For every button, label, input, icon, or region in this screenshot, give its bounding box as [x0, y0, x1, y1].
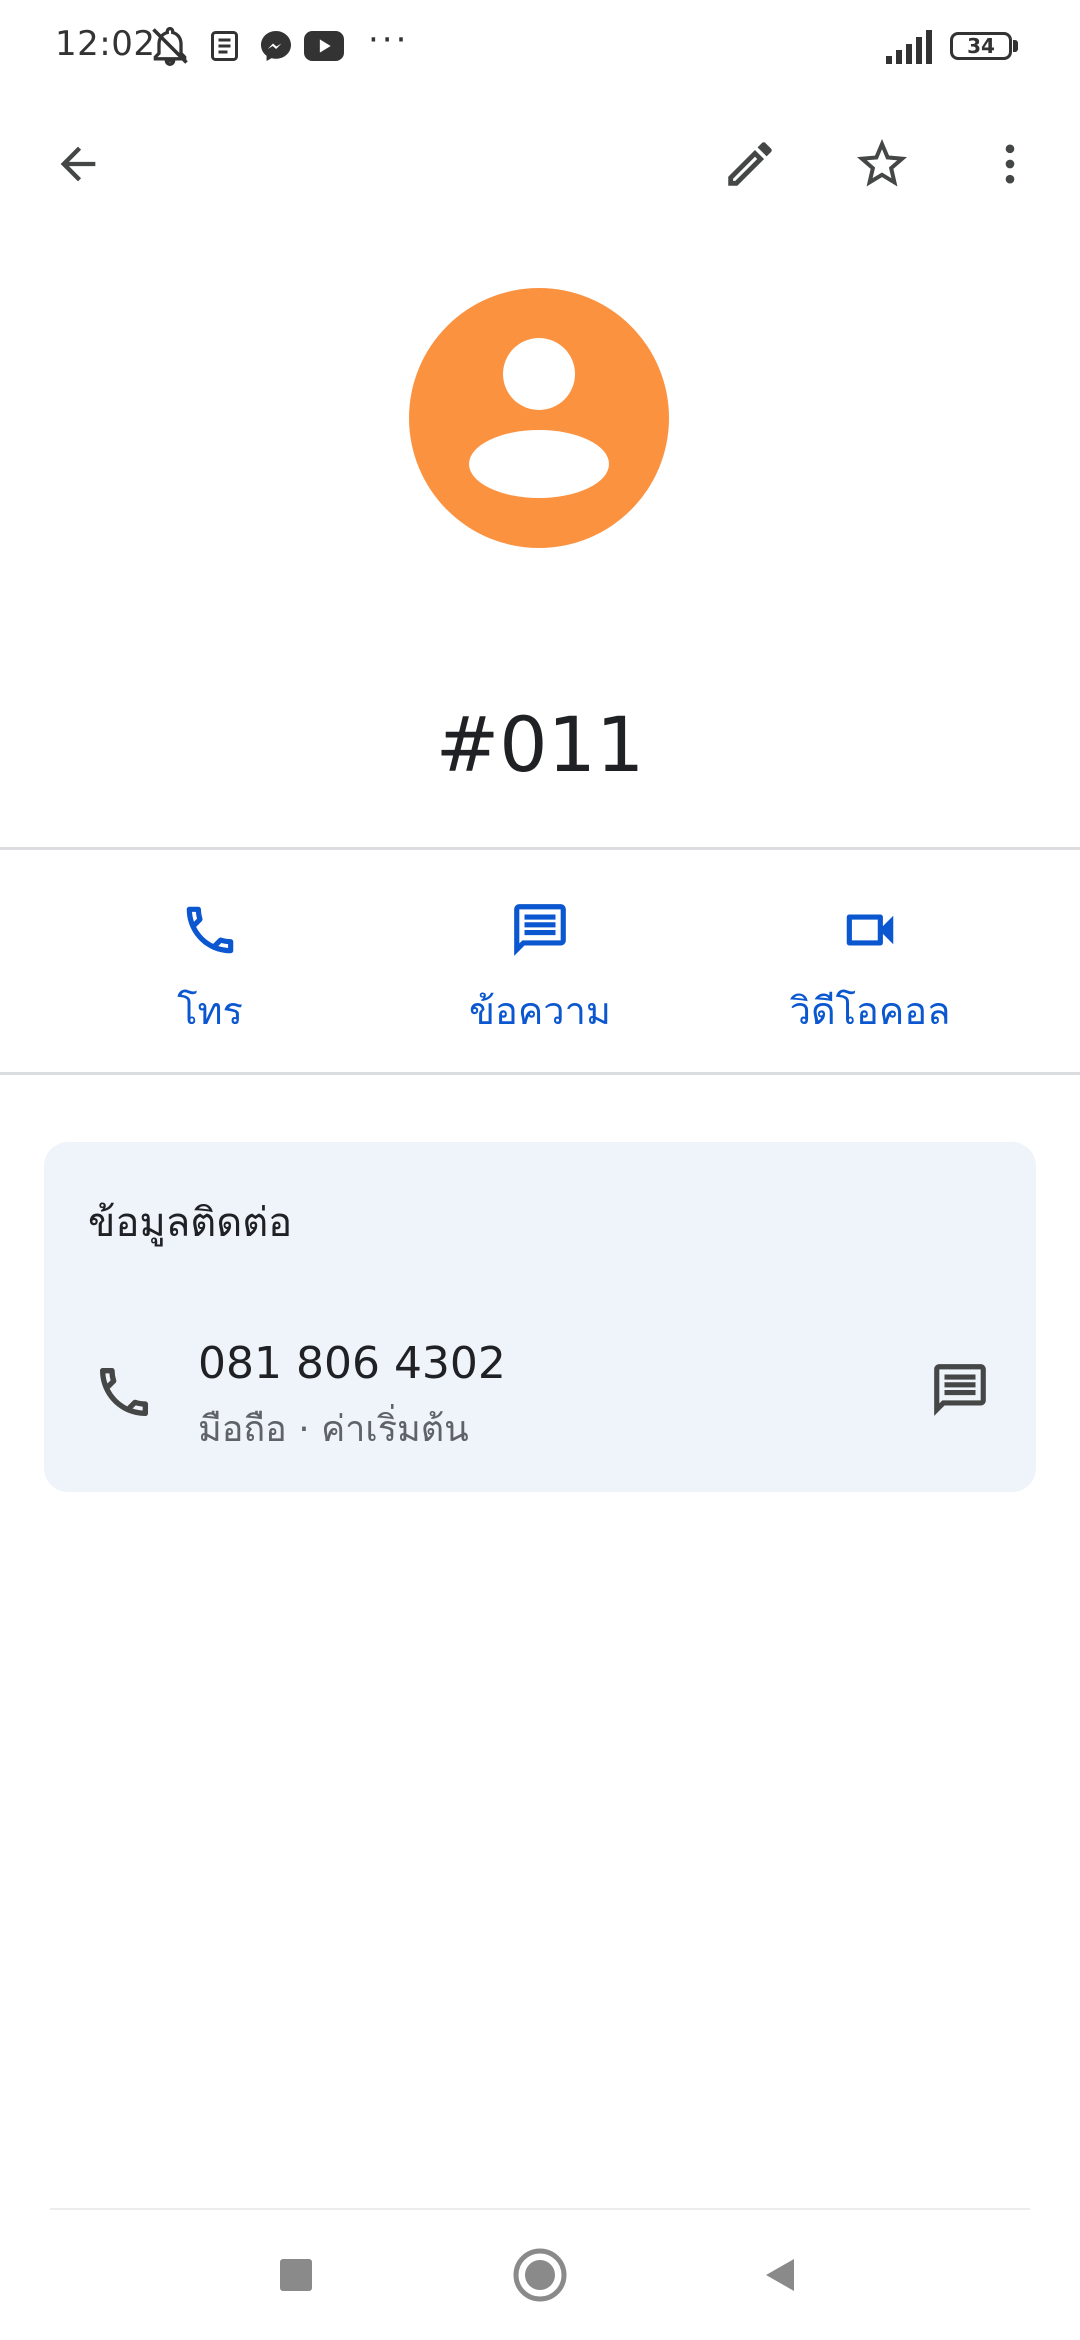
recents-button[interactable] [246, 2230, 346, 2320]
battery-tip [1013, 40, 1018, 52]
back-button[interactable] [30, 116, 126, 212]
phone-icon [84, 1352, 164, 1432]
phone-number[interactable]: 081 806 4302 [198, 1338, 506, 1389]
favorite-button[interactable] [834, 116, 930, 212]
back-arrow-icon [60, 146, 96, 182]
divider-bottom [0, 1072, 1080, 1075]
more-options-button[interactable] [962, 116, 1058, 212]
status-time: 12:02 [55, 24, 156, 64]
message-icon [514, 904, 566, 956]
message-action-button[interactable]: ข้อความ [390, 870, 690, 1050]
edit-button[interactable] [702, 116, 798, 212]
news-icon [204, 22, 248, 70]
signal-icon [886, 30, 936, 68]
back-nav-button[interactable] [730, 2230, 830, 2320]
home-button[interactable] [490, 2230, 590, 2320]
phone-icon [186, 906, 234, 954]
video-call-action-label: วิดีโอคอล [789, 989, 951, 1033]
more-vert-icon [1005, 144, 1015, 184]
battery-icon: 34 [950, 32, 1012, 60]
avatar [409, 288, 669, 548]
contact-name: #011 [435, 700, 645, 789]
video-call-action-button[interactable]: วิดีโอคอล [720, 870, 1020, 1050]
divider-top [0, 847, 1080, 850]
mute-vibrate-icon [148, 22, 192, 70]
contact-info-title: ข้อมูลติดต่อ [88, 1200, 293, 1246]
youtube-icon [302, 22, 346, 70]
home-circle-icon [513, 2248, 567, 2302]
contact-info-card: ข้อมูลติดต่อ 081 806 4302 มือถือ · ค่าเร… [44, 1142, 1036, 1492]
phone-type-label: มือถือ · ค่าเริ่มต้น [198, 1409, 469, 1450]
recents-square-icon [280, 2259, 312, 2291]
send-message-button[interactable] [912, 1342, 1008, 1438]
status-more: ··· [368, 20, 410, 60]
message-action-label: ข้อความ [469, 989, 611, 1033]
videocam-icon [846, 914, 894, 946]
call-action-label: โทร [177, 989, 243, 1033]
nav-separator [50, 2208, 1030, 2210]
edit-pencil-icon [728, 142, 772, 186]
messenger-icon [254, 22, 298, 70]
call-action-button[interactable]: โทร [60, 870, 360, 1050]
person-icon [469, 338, 609, 498]
message-icon [934, 1364, 986, 1416]
back-triangle-icon [766, 2259, 794, 2291]
star-outline-icon [857, 139, 907, 187]
status-bar: 12:02 ··· 34 [0, 0, 1080, 100]
